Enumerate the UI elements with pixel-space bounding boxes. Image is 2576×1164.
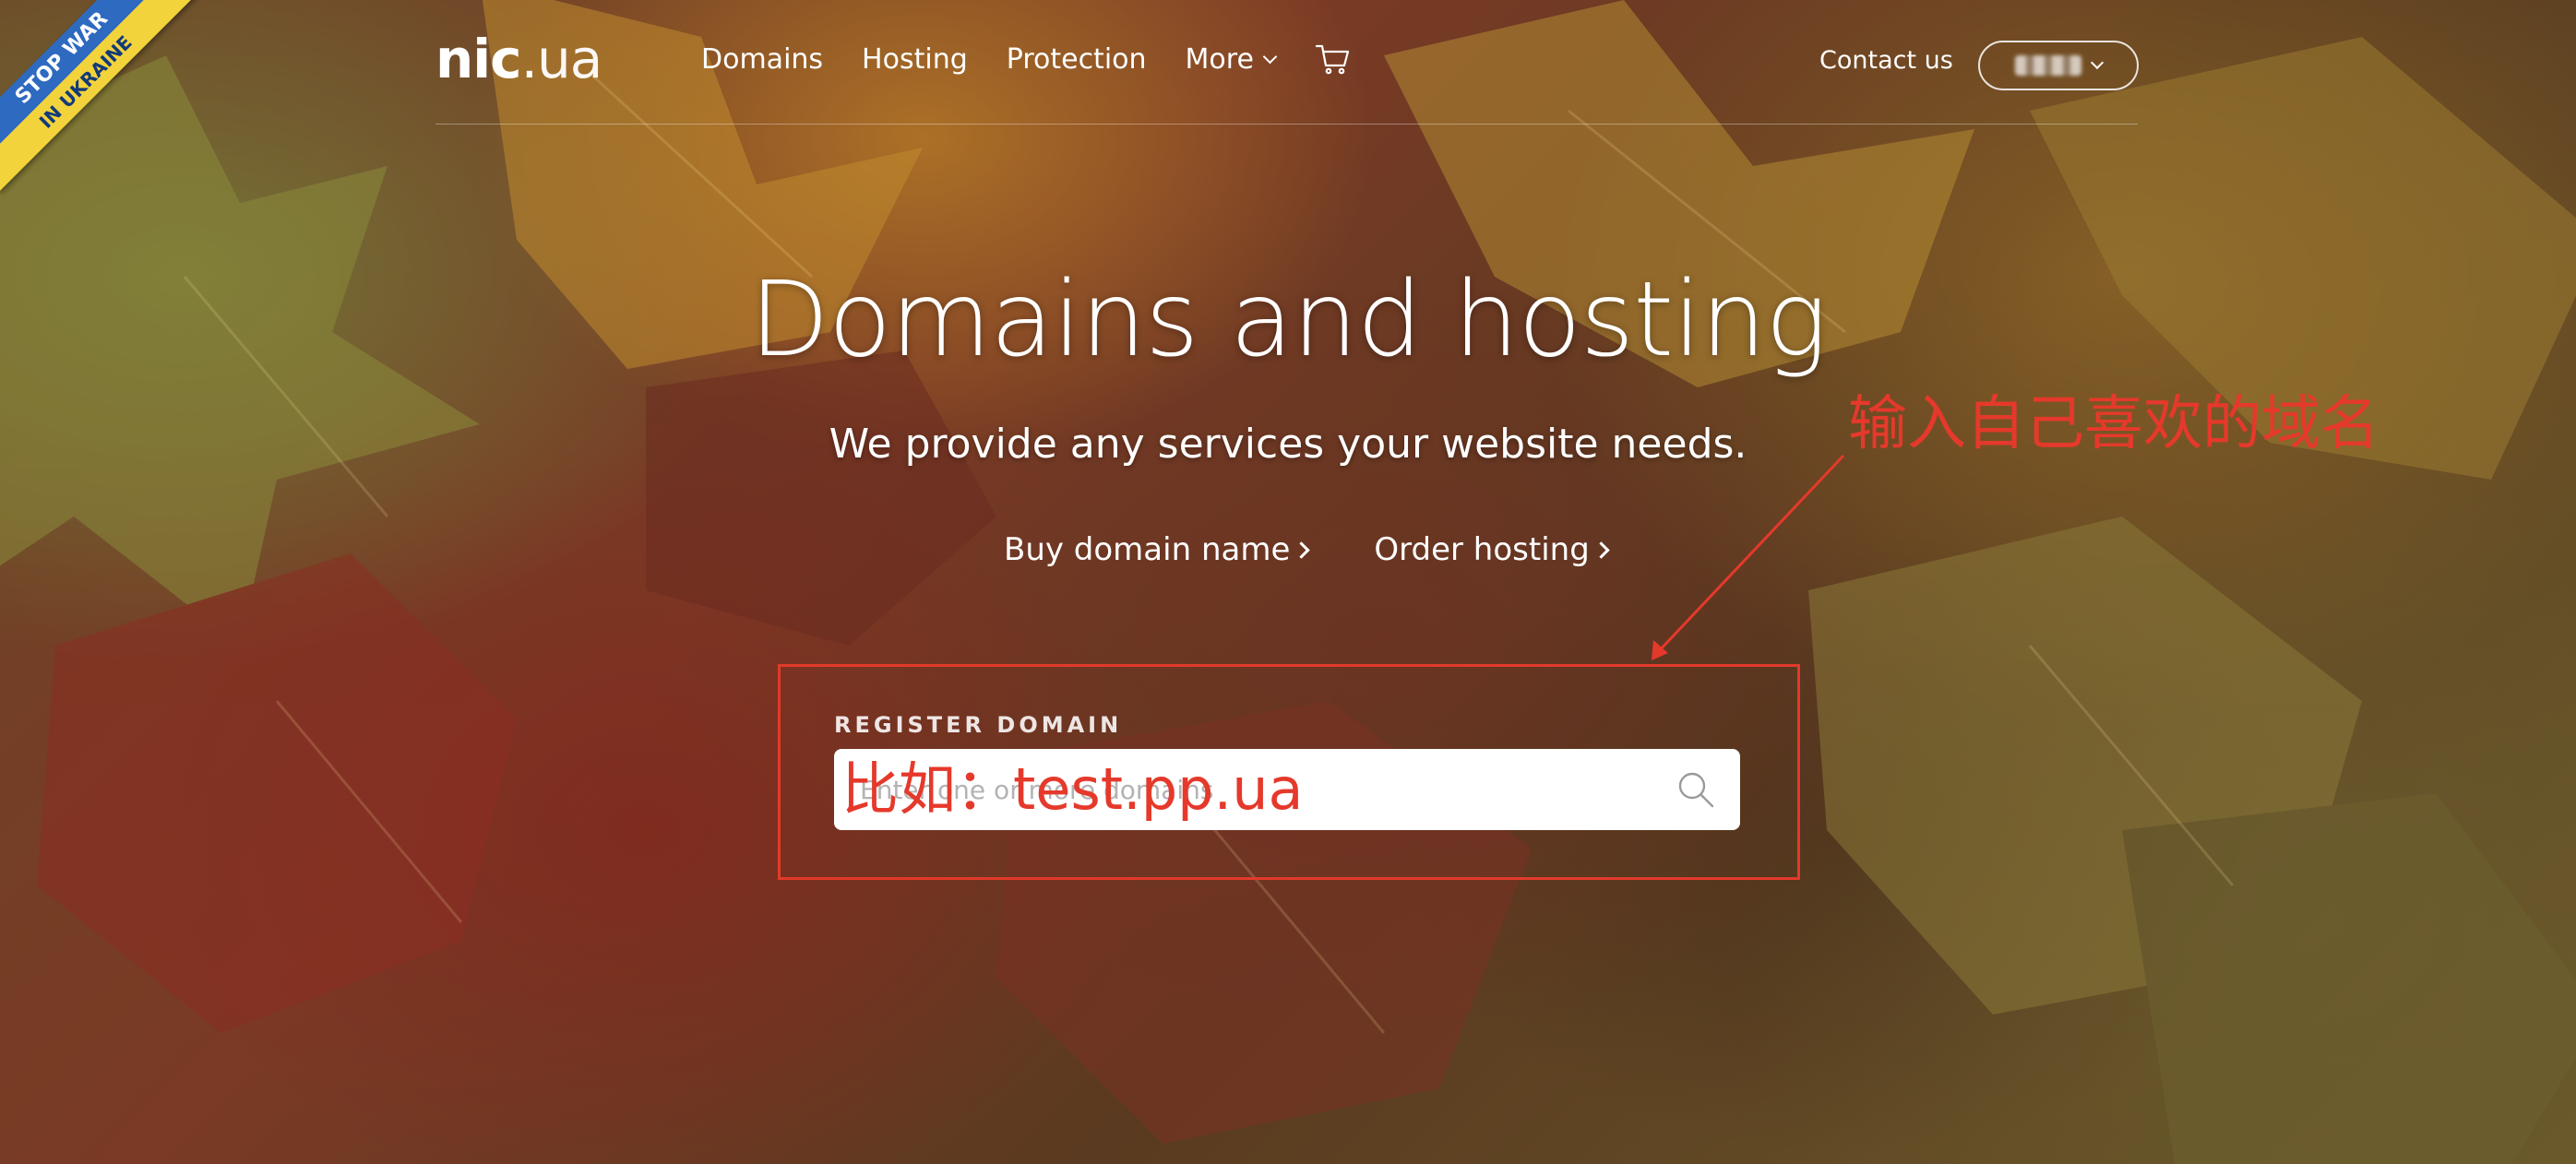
site-logo[interactable]: nic.ua [435, 28, 602, 90]
account-button[interactable] [1978, 41, 2139, 90]
cart-icon[interactable] [1314, 41, 1351, 77]
annotation-arrow [1652, 454, 1845, 660]
chevron-down-icon [2090, 55, 2105, 70]
logo-dot: . [520, 28, 538, 90]
site-header: nic.ua Domains Hosting Protection More C… [435, 0, 2139, 125]
search-icon[interactable] [1674, 767, 1718, 812]
annotation-hint: 输入自己喜欢的域名 [1848, 390, 2379, 458]
order-hosting-label: Order hosting [1374, 531, 1590, 568]
buy-domain-link[interactable]: Buy domain name [1004, 531, 1311, 568]
nav-domains[interactable]: Domains [701, 43, 823, 76]
nav-protection[interactable]: Protection [1007, 43, 1147, 76]
logo-rest: ua [537, 28, 602, 90]
nav-more[interactable]: More [1185, 42, 1278, 76]
background-leaves [0, 0, 2576, 1164]
contact-us-link[interactable]: Contact us [1819, 46, 1953, 75]
order-hosting-link[interactable]: Order hosting [1374, 531, 1610, 568]
chevron-right-icon [1293, 540, 1311, 559]
chevron-down-icon [1262, 49, 1278, 64]
logo-bold: nic [435, 28, 522, 90]
main-nav: Domains Hosting Protection More [701, 41, 1351, 77]
hero-title: Domains and hosting [749, 260, 1828, 380]
register-domain-label: REGISTER DOMAIN [834, 712, 1123, 738]
nav-hosting[interactable]: Hosting [862, 43, 968, 76]
domain-search-box [834, 749, 1740, 830]
nav-more-label: More [1185, 42, 1254, 76]
chevron-right-icon [1592, 540, 1610, 559]
domain-search-input[interactable] [834, 749, 1664, 830]
buy-domain-label: Buy domain name [1004, 531, 1291, 568]
stop-war-ribbon[interactable]: STOP WAR IN UKRAINE [0, 0, 203, 203]
hero-cta-row: Buy domain name Order hosting [1004, 531, 1610, 568]
account-name-redacted [2015, 55, 2081, 76]
